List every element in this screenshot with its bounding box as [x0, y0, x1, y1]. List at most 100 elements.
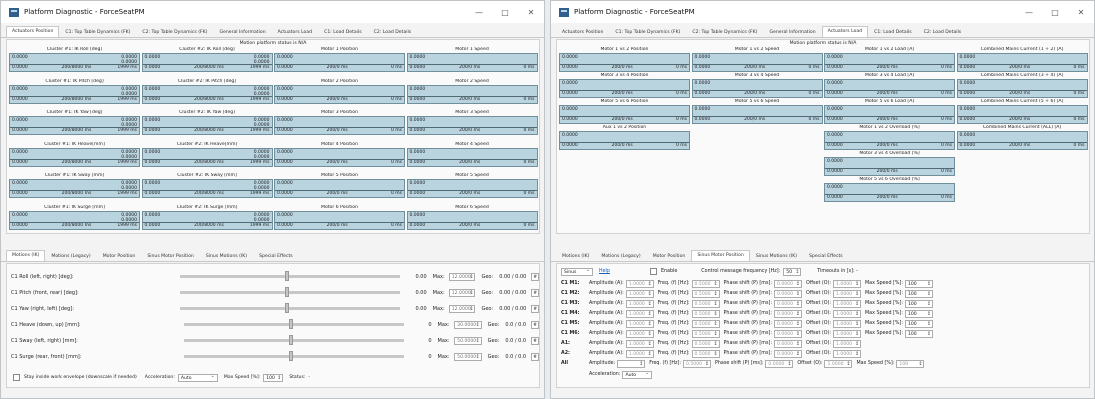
graph-plot[interactable]: 0.0000 0.0000 200/0 ms 0 ms — [406, 147, 538, 167]
max-speed-input[interactable]: 100 — [904, 279, 933, 288]
graph-plot[interactable]: 0.0000 0.0000 200/0 ms 0 ms — [824, 53, 955, 72]
bottom-tab-2[interactable]: Motor Position — [97, 251, 142, 261]
slider-thumb[interactable] — [289, 335, 294, 345]
hash-button[interactable]: # — [531, 272, 540, 281]
max-input[interactable]: 12.0000 — [448, 272, 476, 281]
graph-plot[interactable]: 0.0000 0.0000 200/0 ms 0 ms — [956, 79, 1088, 98]
minimize-button[interactable]: — — [1016, 8, 1042, 17]
bottom-tab-1[interactable]: Motions (Legacy) — [595, 251, 646, 261]
top-tab-5[interactable]: C1: Load Details — [318, 27, 368, 37]
top-tab-6[interactable]: C2: Load Details — [918, 27, 968, 37]
max-input[interactable]: 50.0000 — [454, 352, 482, 361]
bottom-tab-3[interactable]: Sinus Motor Position — [691, 250, 750, 261]
phase-input[interactable]: 0.0000 — [773, 299, 802, 308]
graph-plot[interactable]: 0.0000 0.0000 200/0 ms 0 ms — [406, 84, 538, 104]
control-slider[interactable] — [184, 351, 405, 361]
top-tab-3[interactable]: General Information — [763, 27, 821, 37]
top-tab-4[interactable]: Actuators Load — [821, 26, 869, 37]
control-slider[interactable] — [184, 335, 405, 345]
graph-plot[interactable]: 0.0000 0.0000 200/0 ms 0 ms — [956, 131, 1088, 150]
phase-input[interactable]: 0.0000 — [773, 339, 802, 348]
offset-input[interactable]: 1.0000 — [824, 359, 853, 368]
title-bar[interactable]: Platform Diagnostic - ForceSeatPM — □ ✕ — [551, 1, 1094, 23]
graph-plot[interactable]: 0.0000 0.0000 200/0 ms 0 ms — [274, 147, 405, 167]
graph-plot[interactable]: 0.0000 0.0000 200/0 ms 0 ms — [691, 53, 823, 72]
graph-plot[interactable]: 0.0000 0.0000 0.0000 0.0000 200/8000 ms 1999 … — [9, 116, 140, 135]
acceleration-select[interactable]: Auto — [622, 370, 653, 379]
bottom-tab-0[interactable]: Motions (IK) — [556, 251, 595, 261]
top-tab-1[interactable]: C1: Top Table Dynamics (FK) — [609, 27, 686, 37]
amplitude-input[interactable] — [617, 359, 646, 368]
amplitude-input[interactable]: 1.0000 — [625, 309, 654, 318]
maximize-button[interactable]: □ — [492, 8, 518, 17]
graph-plot[interactable]: 0.0000 0.0000 200/0 ms 0 ms — [559, 53, 690, 72]
graph-plot[interactable]: 0.0000 0.0000 0.0000 0.0000 200/8000 ms 1999 … — [9, 147, 140, 167]
bottom-tab-5[interactable]: Special Effects — [803, 251, 849, 261]
stay-inside-checkbox[interactable] — [13, 374, 20, 381]
bottom-tab-3[interactable]: Sinus Motor Position — [141, 251, 200, 261]
graph-plot[interactable]: 0.0000 0.0000 200/0 ms 0 ms — [824, 105, 955, 124]
graph-plot[interactable]: 0.0000 0.0000 200/0 ms 0 ms — [274, 116, 405, 135]
graph-plot[interactable]: 0.0000 0.0000 200/0 ms 0 ms — [406, 210, 538, 230]
phase-input[interactable]: 0.0000 — [773, 329, 802, 338]
control-slider[interactable] — [179, 271, 400, 281]
offset-input[interactable]: 1.0000 — [833, 339, 862, 348]
hash-button[interactable]: # — [531, 288, 540, 297]
graph-plot[interactable]: 0.0000 0.0000 0.0000 0.0000 200/8000 ms 1999 … — [141, 147, 273, 167]
top-tab-5[interactable]: C1: Load Details — [868, 27, 918, 37]
max-speed-input[interactable]: 100 — [904, 329, 933, 338]
phase-input[interactable]: 0.0000 — [773, 349, 802, 358]
freq-input[interactable]: 0.5000 — [691, 349, 720, 358]
amplitude-input[interactable]: 1.0000 — [625, 279, 654, 288]
graph-plot[interactable]: 0.0000 0.0000 200/0 ms 0 ms — [559, 105, 690, 124]
bottom-tab-4[interactable]: Sinus Motions (IK) — [750, 251, 803, 261]
max-speed-input[interactable]: 100 — [263, 373, 284, 382]
freq-input[interactable]: 0.5000 — [691, 279, 720, 288]
max-speed-input[interactable]: 100 — [904, 319, 933, 328]
acceleration-select[interactable]: Auto — [177, 373, 218, 382]
phase-input[interactable]: 0.0000 — [773, 319, 802, 328]
max-input[interactable]: 50.0000 — [454, 336, 482, 345]
max-input[interactable]: 30.0000 — [454, 320, 482, 329]
bottom-tab-4[interactable]: Sinus Motions (IK) — [200, 251, 253, 261]
offset-input[interactable]: 1.0000 — [833, 329, 862, 338]
control-slider[interactable] — [184, 319, 405, 329]
slider-thumb[interactable] — [284, 303, 289, 313]
amplitude-input[interactable]: 1.0000 — [625, 299, 654, 308]
amplitude-input[interactable]: 1.0000 — [625, 329, 654, 338]
bottom-tab-0[interactable]: Motions (IK) — [6, 250, 46, 261]
top-tab-6[interactable]: C2: Load Details — [368, 27, 418, 37]
maximize-button[interactable]: □ — [1042, 8, 1068, 17]
minimize-button[interactable]: — — [466, 8, 492, 17]
close-button[interactable]: ✕ — [518, 8, 544, 17]
control-slider[interactable] — [179, 303, 400, 313]
graph-plot[interactable]: 0.0000 0.0000 200/0 ms 0 ms — [824, 131, 955, 150]
max-input[interactable]: 12.0000 — [448, 288, 476, 297]
hash-button[interactable]: # — [531, 336, 539, 345]
freq-input[interactable]: 0.5000 — [691, 329, 720, 338]
amplitude-input[interactable]: 1.0000 — [625, 339, 654, 348]
hash-button[interactable]: # — [531, 320, 539, 329]
max-speed-input[interactable]: 100 — [904, 289, 933, 298]
offset-input[interactable]: 1.0000 — [833, 279, 862, 288]
slider-thumb[interactable] — [289, 319, 294, 329]
bottom-tab-1[interactable]: Motions (Legacy) — [45, 251, 96, 261]
phase-input[interactable]: 0.0000 — [773, 289, 802, 298]
max-speed-input[interactable]: 100 — [904, 299, 933, 308]
control-slider[interactable] — [179, 287, 400, 297]
graph-plot[interactable]: 0.0000 0.0000 200/0 ms 0 ms — [559, 131, 690, 150]
freq-input[interactable]: 0.5000 — [691, 309, 720, 318]
hash-button[interactable]: # — [531, 352, 539, 361]
offset-input[interactable]: 1.0000 — [833, 299, 862, 308]
amplitude-input[interactable]: 1.0000 — [625, 289, 654, 298]
graph-plot[interactable]: 0.0000 0.0000 200/0 ms 0 ms — [274, 53, 405, 72]
title-bar[interactable]: Platform Diagnostic - ForceSeatPM — □ ✕ — [1, 1, 544, 23]
graph-plot[interactable]: 0.0000 0.0000 200/0 ms 0 ms — [691, 105, 823, 124]
graph-plot[interactable]: 0.0000 0.0000 200/0 ms 0 ms — [956, 105, 1088, 124]
freq-input[interactable]: 0.5000 — [691, 289, 720, 298]
amplitude-input[interactable]: 1.0000 — [625, 349, 654, 358]
graph-plot[interactable]: 0.0000 0.0000 0.0000 0.0000 200/8000 ms 1999 … — [9, 179, 140, 198]
freq-input[interactable]: 0.5000 — [691, 299, 720, 308]
top-tab-2[interactable]: C2: Top Table Dynamics (FK) — [136, 27, 213, 37]
mode-select[interactable]: Sinus — [561, 267, 593, 276]
